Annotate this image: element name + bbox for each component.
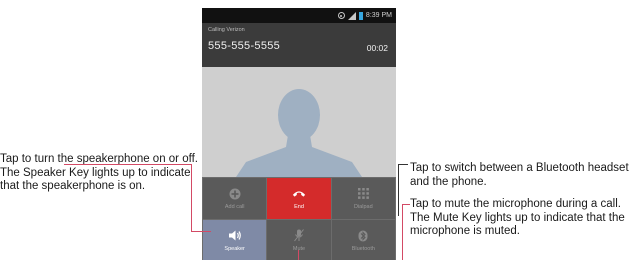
speaker-button[interactable]: Speaker — [203, 220, 267, 260]
status-bar: 8:39 PM — [202, 8, 396, 23]
add-call-icon — [228, 188, 242, 200]
bluetooth-callout-text: Tap to switch between a Bluetooth headse… — [410, 162, 629, 188]
end-call-button[interactable]: End — [267, 178, 331, 219]
dialpad-icon — [356, 188, 370, 200]
in-call-screen: 8:39 PM Calling Verizon 555-555-5555 00:… — [202, 8, 396, 260]
speaker-leader-v — [191, 164, 192, 232]
mute-leader-v — [402, 204, 403, 260]
gps-icon — [337, 12, 345, 19]
mute-pointer-v — [298, 250, 299, 260]
dialpad-button[interactable]: Dialpad — [331, 178, 395, 219]
dialpad-label: Dialpad — [353, 203, 373, 210]
bluetooth-button[interactable]: Bluetooth — [331, 220, 395, 260]
add-call-button[interactable]: Add call — [203, 178, 267, 219]
call-keys: Add call End Dialpad Speaker Mute Blueto… — [202, 177, 396, 260]
signal-icon — [347, 11, 356, 20]
speaker-leader-tip — [191, 231, 211, 232]
speaker-label: Speaker — [224, 245, 245, 252]
end-call-label: End — [294, 203, 304, 210]
call-header: Calling Verizon 555-555-5555 00:02 — [202, 23, 396, 67]
call-timer: 00:02 — [366, 43, 388, 53]
phone-number: 555-555-5555 — [208, 40, 281, 52]
mute-leader-h — [402, 204, 410, 205]
bluetooth-icon — [356, 230, 370, 242]
mute-callout-text: Tap to mute the microphone during a call… — [410, 198, 625, 237]
speaker-leader-h — [64, 164, 192, 165]
speaker-icon — [228, 230, 242, 242]
bluetooth-leader-v — [398, 164, 399, 216]
battery-icon — [358, 11, 363, 20]
speaker-callout-text: Tap to turn the speakerphone on or off. … — [0, 153, 198, 192]
status-time: 8:39 PM — [365, 12, 392, 19]
end-call-icon — [292, 188, 306, 200]
avatar-placeholder-icon — [236, 89, 362, 177]
contact-photo — [202, 67, 396, 177]
mute-icon — [292, 229, 306, 242]
bluetooth-label: Bluetooth — [351, 245, 375, 252]
call-status: Calling Verizon — [208, 27, 245, 33]
bluetooth-leader-h — [398, 164, 408, 165]
add-call-label: Add call — [224, 203, 245, 210]
